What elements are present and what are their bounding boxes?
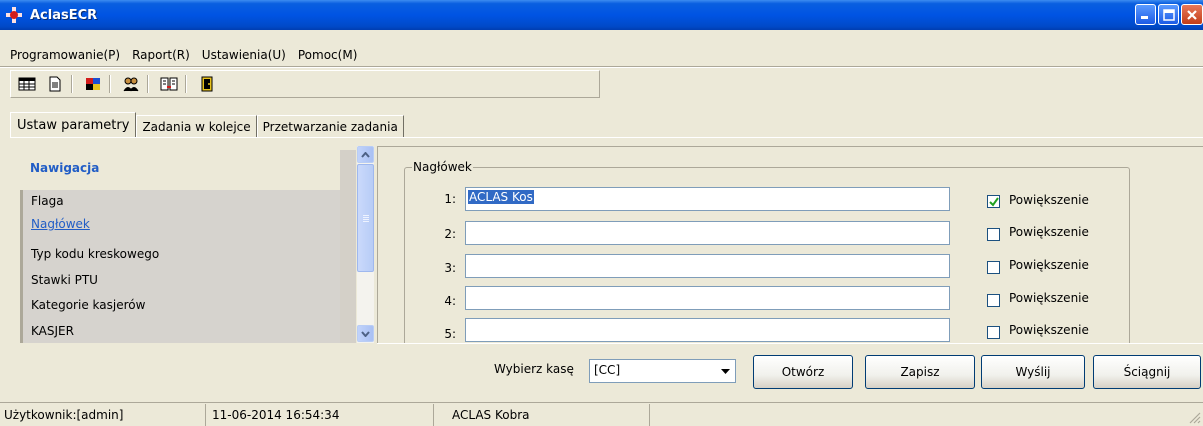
- nav-item-stawki-ptu[interactable]: Stawki PTU: [31, 273, 98, 287]
- header-line-2-input[interactable]: [465, 221, 950, 245]
- close-button[interactable]: [1181, 4, 1203, 25]
- register-select[interactable]: [CC]: [589, 359, 736, 383]
- enlarge-checkbox-4[interactable]: [987, 294, 1000, 307]
- header-line-1-value: ACLAS Kos: [468, 190, 534, 204]
- save-button[interactable]: Zapisz: [865, 355, 975, 389]
- minimize-button[interactable]: [1135, 4, 1156, 25]
- navigation-title: Nawigacja: [30, 161, 100, 175]
- tab-zadania-w-kolejce[interactable]: Zadania w kolejce: [136, 115, 257, 137]
- colored-cube-icon[interactable]: [81, 73, 105, 95]
- row-number: 3:: [444, 261, 456, 275]
- menu-raport[interactable]: Raport(R): [126, 48, 196, 62]
- row-number: 1:: [444, 192, 456, 206]
- users-icon[interactable]: [119, 73, 143, 95]
- status-datetime: 11-06-2014 16:54:34: [208, 404, 434, 426]
- app-icon: [6, 7, 22, 23]
- nav-item-kategorie-kasjerow[interactable]: Kategorie kasjerów: [31, 298, 145, 312]
- window-title: AclasECR: [30, 7, 98, 23]
- navigation-panel: Nawigacja Flaga Nagłówek Typ kodu kresko…: [16, 150, 356, 343]
- nav-item-typ-kodu[interactable]: Typ kodu kreskowego: [31, 247, 159, 261]
- enlarge-checkbox-5[interactable]: [987, 326, 1000, 339]
- menu-bar: Programowanie(P) Raport(R) Ustawienia(U)…: [0, 44, 1203, 66]
- header-line-5-input[interactable]: [465, 318, 950, 342]
- enlarge-label-3: Powiększenie: [1009, 258, 1089, 272]
- nav-scrollbar[interactable]: [356, 146, 374, 343]
- download-button[interactable]: Ściągnij: [1093, 355, 1201, 389]
- scroll-up-button[interactable]: [357, 146, 374, 163]
- scroll-down-button[interactable]: [357, 325, 374, 342]
- scroll-thumb[interactable]: [357, 164, 374, 272]
- header-line-4-input[interactable]: [465, 286, 950, 310]
- tab-przetwarzanie-zadania[interactable]: Przetwarzanie zadania: [256, 115, 404, 137]
- enlarge-label-5: Powiększenie: [1009, 323, 1089, 337]
- enlarge-label-4: Powiększenie: [1009, 291, 1089, 305]
- chevron-down-icon[interactable]: [717, 361, 734, 381]
- nav-item-flaga[interactable]: Flaga: [31, 194, 64, 208]
- enlarge-checkbox-1[interactable]: [987, 195, 1000, 208]
- tab-ustaw-parametry[interactable]: Ustaw parametry: [10, 112, 137, 137]
- header-line-1-input[interactable]: ACLAS Kos: [465, 187, 950, 211]
- transfer-icon[interactable]: [157, 73, 181, 95]
- menu-programowanie[interactable]: Programowanie(P): [4, 48, 126, 62]
- tab-strip: Ustaw parametry Zadania w kolejce Przetw…: [10, 112, 404, 137]
- row-number: 2:: [444, 227, 456, 241]
- resize-grip-icon[interactable]: [1189, 412, 1201, 424]
- enlarge-checkbox-2[interactable]: [987, 228, 1000, 241]
- send-button[interactable]: Wyślij: [981, 355, 1085, 389]
- nav-item-kasjer[interactable]: KASJER: [31, 324, 74, 338]
- table-icon[interactable]: [15, 73, 39, 95]
- status-device: ACLAS Kobra: [448, 404, 650, 426]
- menu-ustawienia[interactable]: Ustawienia(U): [196, 48, 292, 62]
- menu-pomoc[interactable]: Pomoc(M): [292, 48, 364, 62]
- row-number: 4:: [444, 294, 456, 308]
- enlarge-label-1: Powiększenie: [1009, 193, 1089, 207]
- enlarge-checkbox-3[interactable]: [987, 261, 1000, 274]
- exit-door-icon[interactable]: [195, 73, 219, 95]
- title-bar: AclasECR: [0, 0, 1203, 30]
- document-icon[interactable]: [43, 73, 67, 95]
- status-user: Użytkownik:[admin]: [0, 404, 206, 426]
- register-select-value: [CC]: [594, 363, 621, 377]
- select-register-label: Wybierz kasę: [494, 362, 574, 376]
- nav-item-naglowek[interactable]: Nagłówek: [31, 217, 90, 231]
- header-group-legend: Nagłówek: [412, 160, 473, 174]
- enlarge-label-2: Powiększenie: [1009, 225, 1089, 239]
- row-number: 5:: [444, 327, 456, 341]
- header-line-3-input[interactable]: [465, 254, 950, 278]
- open-button[interactable]: Otwórz: [753, 355, 853, 389]
- maximize-button[interactable]: [1158, 4, 1179, 25]
- menu-divider: [0, 66, 1203, 68]
- toolbar: [10, 70, 600, 98]
